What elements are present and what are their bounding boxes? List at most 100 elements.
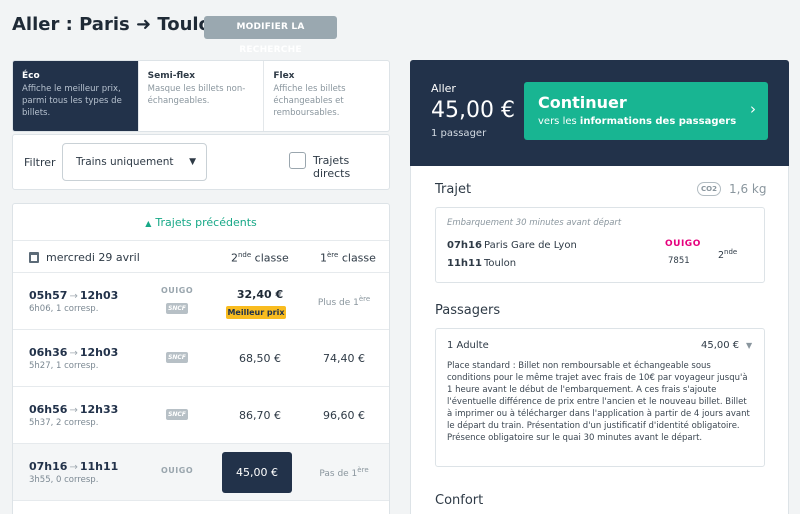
trip-section-title: Trajet xyxy=(435,182,472,197)
filter-label: Filtrer xyxy=(24,156,56,169)
fare-tab-eco[interactable]: Éco Affiche le meilleur prix, parmi tous… xyxy=(13,61,139,131)
filter-bar: Filtrer Trains uniquement ▼ Trajets dire… xyxy=(12,134,390,190)
ouigo-logo: OUIGO xyxy=(665,239,701,249)
first-class-price[interactable]: 74,40 € xyxy=(309,352,379,365)
arrival-time: 11h11 xyxy=(447,258,482,269)
arrival-time: 11h11 xyxy=(79,460,119,473)
continue-sub-prefix: vers les xyxy=(538,116,580,127)
second-class-price[interactable]: 68,50 € xyxy=(225,352,295,365)
train-times: 07h16 → 11h11 xyxy=(29,460,118,473)
chevron-down-icon[interactable]: ▼ xyxy=(746,341,752,350)
departure-time: 06h36 xyxy=(29,346,68,359)
sncf-logo: SNCF xyxy=(166,303,188,314)
caret-up-icon: ▲ xyxy=(145,219,152,228)
passenger-count: 1 passager xyxy=(431,128,487,139)
trip-duration: 5h37, 2 corresp. xyxy=(29,418,99,428)
departure-time: 05h57 xyxy=(29,289,68,302)
previous-trips-link[interactable]: ▲ Trajets précédents xyxy=(13,204,389,241)
second-class-price[interactable]: 86,70 € xyxy=(225,409,295,422)
second-class-price-selected[interactable]: 45,00 € xyxy=(222,452,292,493)
sncf-logo: SNCF xyxy=(166,409,188,420)
arrow-right-icon: → xyxy=(69,405,78,416)
train-row[interactable]: 05h57 → 12h03 6h06, 1 corresp. OUIGO SNCF … xyxy=(13,273,389,330)
fare-tab-desc: Affiche le meilleur prix, parmi tous les… xyxy=(22,84,122,118)
fare-tab-desc: Masque les billets non-échangeables. xyxy=(147,84,246,106)
class-sup: nde xyxy=(238,251,252,259)
train-times: 06h36 → 12h03 xyxy=(29,346,118,359)
first-class-text: Plus de 1 xyxy=(317,298,359,308)
trip-detail-panel: Trajet CO2 1,6 kg Embarquement 30 minute… xyxy=(410,166,789,514)
first-class-price: Pas de 1ère xyxy=(309,466,379,479)
class-suffix: classe xyxy=(338,251,376,265)
fare-tab-title: Flex xyxy=(273,71,295,81)
first-class-price: Plus de 1ère xyxy=(309,295,379,308)
ouigo-logo: OUIGO xyxy=(161,466,194,475)
fare-tab-title: Éco xyxy=(22,71,40,81)
departure-leg: 07h16 Paris Gare de Lyon xyxy=(447,240,577,251)
arrival-station: Toulon xyxy=(484,258,517,269)
train-row[interactable]: 06h36 → 12h03 5h27, 1 corresp. SNCF 68,50 … xyxy=(13,330,389,387)
passenger-type: 1 Adulte xyxy=(447,340,489,351)
arrival-leg: 11h11 Toulon xyxy=(447,258,516,269)
continue-sub-bold: informations des passagers xyxy=(579,116,737,127)
direct-trips-label[interactable]: Trajets directs xyxy=(313,154,389,180)
continue-title: Continuer xyxy=(538,93,627,112)
passenger-price: 45,00 € xyxy=(701,340,740,351)
trip-duration: 3h55, 0 corresp. xyxy=(29,475,99,485)
ouigo-logo: OUIGO xyxy=(161,286,194,295)
arrow-right-icon: → xyxy=(69,348,78,359)
total-price: 45,00 € xyxy=(431,98,515,123)
boarding-note: Embarquement 30 minutes avant départ xyxy=(447,218,622,228)
comfort-section-title: Confort xyxy=(435,493,484,508)
first-class-sup: ère xyxy=(357,466,369,474)
first-class-sup: ère xyxy=(358,295,371,303)
passenger-card[interactable]: 1 Adulte 45,00 € ▼ Place standard : Bill… xyxy=(435,328,765,467)
first-class-header: 1ère classe xyxy=(320,251,376,265)
trip-duration: 5h27, 1 corresp. xyxy=(29,361,99,371)
continue-subtitle: vers les informations des passagers xyxy=(538,116,736,127)
class-sup: nde xyxy=(724,248,738,256)
list-header: mercredi 29 avril 2nde classe 1ère class… xyxy=(13,241,389,273)
direction-label: Aller xyxy=(431,82,456,95)
class-number: 1 xyxy=(320,251,327,265)
sncf-logo: SNCF xyxy=(166,352,188,363)
first-class-text: Pas de 1 xyxy=(319,469,358,479)
train-type-select[interactable]: Trains uniquement ▼ xyxy=(62,143,207,181)
train-row[interactable]: 06h56 → 12h33 5h37, 2 corresp. SNCF 86,70 … xyxy=(13,387,389,444)
train-times: 06h56 → 12h33 xyxy=(29,403,118,416)
travel-class: 2nde xyxy=(718,248,737,261)
arrival-time: 12h03 xyxy=(79,346,119,359)
previous-trips-label: Trajets précédents xyxy=(155,216,257,229)
fare-tab-flex[interactable]: Flex Affiche les billets échangeables et… xyxy=(264,61,389,131)
class-suffix: classe xyxy=(251,251,289,265)
train-row-selected[interactable]: 07h16 → 11h11 3h55, 0 corresp. OUIGO 45,00… xyxy=(13,444,389,501)
departure-station: Paris Gare de Lyon xyxy=(484,240,577,251)
passengers-section-title: Passagers xyxy=(435,303,501,318)
direct-trips-checkbox[interactable] xyxy=(289,152,306,169)
departure-time: 07h16 xyxy=(447,240,482,251)
train-number: 7851 xyxy=(668,256,690,266)
second-class-price[interactable]: 32,40 € xyxy=(225,288,295,301)
arrival-time: 12h03 xyxy=(79,289,119,302)
departure-time: 07h16 xyxy=(29,460,68,473)
arrow-right-icon: → xyxy=(69,462,78,473)
trip-card: Embarquement 30 minutes avant départ 07h… xyxy=(435,207,765,283)
fare-tab-semi-flex[interactable]: Semi-flex Masque les billets non-échange… xyxy=(139,61,265,131)
co2-value: 1,6 kg xyxy=(729,182,767,196)
class-number: 2 xyxy=(231,251,238,265)
select-value: Trains uniquement xyxy=(76,156,174,168)
calendar-icon xyxy=(29,252,39,263)
first-class-price[interactable]: 96,60 € xyxy=(309,409,379,422)
arrow-right-icon: → xyxy=(69,291,78,302)
train-list: ▲ Trajets précédents mercredi 29 avril 2n… xyxy=(12,203,390,514)
fare-type-tabs: Éco Affiche le meilleur prix, parmi tous… xyxy=(12,60,390,132)
trip-duration: 6h06, 1 corresp. xyxy=(29,304,99,314)
modify-search-button[interactable]: MODIFIER LA RECHERCHE xyxy=(204,16,337,55)
co2-icon: CO2 xyxy=(697,182,721,196)
train-times: 05h57 → 12h03 xyxy=(29,289,118,302)
chevron-right-icon: › xyxy=(750,100,756,118)
booking-summary: Aller 45,00 € 1 passager Continuer vers … xyxy=(410,60,789,166)
arrival-time: 12h33 xyxy=(79,403,119,416)
class-sup: ère xyxy=(327,251,339,259)
continue-button[interactable]: Continuer vers les informations des pass… xyxy=(524,82,768,140)
